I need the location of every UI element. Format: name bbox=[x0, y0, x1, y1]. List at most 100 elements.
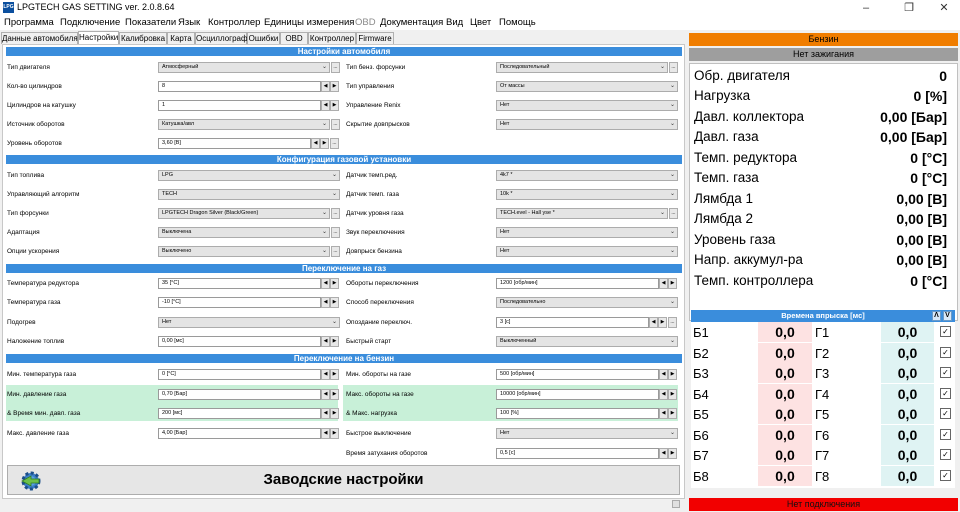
tab-firmware[interactable]: Firmware bbox=[356, 32, 394, 44]
heating-select[interactable]: Нет ⌄ bbox=[158, 317, 340, 328]
max-gas-press-inc-button[interactable]: ▶ bbox=[330, 428, 339, 439]
switch-rpm-dec-button[interactable]: ◀ bbox=[659, 278, 668, 289]
accel-option-select[interactable]: Выключено ⌄ bbox=[158, 246, 330, 257]
adaptation-more-button[interactable]: ... bbox=[331, 227, 340, 238]
tab-obd[interactable]: OBD bbox=[280, 32, 308, 44]
switch-sound-select[interactable]: Нет ⌄ bbox=[496, 227, 678, 238]
max-rpm-gas-field[interactable]: 10000 [обр/мин] bbox=[496, 389, 659, 400]
rpm-source-select[interactable]: Катушка/авл ⌄ bbox=[158, 119, 330, 130]
min-rpm-gas-dec-button[interactable]: ◀ bbox=[659, 369, 668, 380]
quick-off-select[interactable]: Нет ⌄ bbox=[496, 428, 678, 439]
switch-method-select[interactable]: Последовательно ⌄ bbox=[496, 297, 678, 308]
cyl-per-coil-field[interactable]: 1 bbox=[158, 100, 321, 111]
channel-checkbox[interactable]: ✓ bbox=[940, 347, 951, 358]
gas-level-sensor-select[interactable]: TECH.evel - Hall уse * ⌄ bbox=[496, 208, 668, 219]
reducer-sensor-select[interactable]: 4k7 * ⌄ bbox=[496, 170, 678, 181]
min-gas-temp-inc-button[interactable]: ▶ bbox=[330, 369, 339, 380]
gas-temp-dec-button[interactable]: ◀ bbox=[321, 297, 330, 308]
restore-icon[interactable]: ❐ bbox=[893, 0, 925, 16]
min-press-time-inc-button[interactable]: ▶ bbox=[330, 408, 339, 419]
switch-delay-dec-button[interactable]: ◀ bbox=[649, 317, 658, 328]
tab-settings[interactable]: Настройки bbox=[78, 31, 119, 44]
min-rpm-gas-field[interactable]: 500 [обр/мин] bbox=[496, 369, 659, 380]
menu-color[interactable]: Цвет bbox=[470, 17, 491, 28]
menu-connection[interactable]: Подключение bbox=[60, 17, 120, 28]
min-gas-temp-field[interactable]: 0 [°C] bbox=[158, 369, 321, 380]
channel-checkbox[interactable]: ✓ bbox=[940, 470, 951, 481]
engine-type-more-button[interactable]: ... bbox=[331, 62, 340, 73]
hide-inj-select[interactable]: Нет ⌄ bbox=[496, 119, 678, 130]
petrol-extra-select[interactable]: Нет ⌄ bbox=[496, 246, 678, 257]
close-icon[interactable]: ✕ bbox=[928, 0, 960, 16]
quick-start-select[interactable]: Выключенный ⌄ bbox=[496, 336, 678, 347]
max-rpm-gas-dec-button[interactable]: ◀ bbox=[659, 389, 668, 400]
fuel-overlap-dec-button[interactable]: ◀ bbox=[321, 336, 330, 347]
rpm-level-more-button[interactable]: ... bbox=[330, 138, 339, 149]
menu-view[interactable]: Вид bbox=[446, 17, 463, 28]
cylinders-dec-button[interactable]: ◀ bbox=[321, 81, 330, 92]
reducer-temp-dec-button[interactable]: ◀ bbox=[321, 278, 330, 289]
minimize-icon[interactable]: – bbox=[850, 0, 882, 16]
channel-checkbox[interactable]: ✓ bbox=[940, 449, 951, 460]
switch-delay-field[interactable]: 3 [с] bbox=[496, 317, 649, 328]
reducer-temp-field[interactable]: 35 [°C] bbox=[158, 278, 321, 289]
channel-checkbox[interactable]: ✓ bbox=[940, 408, 951, 419]
channel-checkbox[interactable]: ✓ bbox=[940, 367, 951, 378]
channel-checkbox[interactable]: ✓ bbox=[940, 429, 951, 440]
max-rpm-gas-inc-button[interactable]: ▶ bbox=[668, 389, 677, 400]
chevron-down-icon[interactable]: V bbox=[943, 311, 952, 321]
tab-car-data[interactable]: Данные автомобиля bbox=[1, 32, 78, 44]
tab-oscilloscope[interactable]: Осциллограф bbox=[195, 32, 248, 44]
max-load-inc-button[interactable]: ▶ bbox=[668, 408, 677, 419]
rpm-decay-dec-button[interactable]: ◀ bbox=[659, 448, 668, 459]
tab-errors[interactable]: Ошибки bbox=[247, 32, 280, 44]
control-type-select[interactable]: От массы ⌄ bbox=[496, 81, 678, 92]
menu-controller[interactable]: Контроллер bbox=[208, 17, 260, 28]
min-press-time-field[interactable]: 200 [мс] bbox=[158, 408, 321, 419]
tab-calibration[interactable]: Калибровка bbox=[119, 32, 167, 44]
min-press-time-dec-button[interactable]: ◀ bbox=[321, 408, 330, 419]
gas-level-sensor-more-button[interactable]: ... bbox=[669, 208, 678, 219]
menu-obd[interactable]: OBD bbox=[355, 17, 376, 28]
algorithm-select[interactable]: TECH ⌄ bbox=[158, 189, 340, 200]
cylinders-field[interactable]: 8 bbox=[158, 81, 321, 92]
min-rpm-gas-inc-button[interactable]: ▶ bbox=[668, 369, 677, 380]
max-gas-press-field[interactable]: 4,00 [Бар] bbox=[158, 428, 321, 439]
resize-grip[interactable] bbox=[672, 500, 680, 508]
rpm-level-field[interactable]: 3,60 [В] bbox=[158, 138, 311, 149]
accel-option-more-button[interactable]: ... bbox=[331, 246, 340, 257]
switch-delay-inc-button[interactable]: ▶ bbox=[658, 317, 667, 328]
rpm-level-inc-button[interactable]: ▶ bbox=[320, 138, 329, 149]
renix-select[interactable]: Нет ⌄ bbox=[496, 100, 678, 111]
factory-settings-button[interactable]: Заводские настройки bbox=[7, 465, 680, 495]
gas-temp-field[interactable]: -10 [°C] bbox=[158, 297, 321, 308]
max-gas-press-dec-button[interactable]: ◀ bbox=[321, 428, 330, 439]
reducer-temp-inc-button[interactable]: ▶ bbox=[330, 278, 339, 289]
injector-type-select[interactable]: LPGTECH Dragon Silver (Black/Green) ⌄ bbox=[158, 208, 330, 219]
min-gas-temp-dec-button[interactable]: ◀ bbox=[321, 369, 330, 380]
tab-controller[interactable]: Контроллер bbox=[308, 32, 356, 44]
cylinders-inc-button[interactable]: ▶ bbox=[330, 81, 339, 92]
rpm-source-more-button[interactable]: ... bbox=[331, 119, 340, 130]
menu-language[interactable]: Язык bbox=[178, 17, 200, 28]
switch-rpm-inc-button[interactable]: ▶ bbox=[668, 278, 677, 289]
switch-rpm-field[interactable]: 1200 [обр/мин] bbox=[496, 278, 659, 289]
rpm-level-dec-button[interactable]: ◀ bbox=[311, 138, 320, 149]
cyl-per-coil-dec-button[interactable]: ◀ bbox=[321, 100, 330, 111]
menu-documentation[interactable]: Документация bbox=[380, 17, 443, 28]
fuel-overlap-inc-button[interactable]: ▶ bbox=[330, 336, 339, 347]
switch-delay-more-button[interactable]: ... bbox=[668, 317, 677, 328]
menu-program[interactable]: Программа bbox=[4, 17, 54, 28]
fuel-type-select[interactable]: LPG ⌄ bbox=[158, 170, 340, 181]
min-gas-press-inc-button[interactable]: ▶ bbox=[330, 389, 339, 400]
tab-map[interactable]: Карта bbox=[167, 32, 195, 44]
chevron-up-icon[interactable]: Λ bbox=[932, 311, 941, 321]
rpm-decay-inc-button[interactable]: ▶ bbox=[668, 448, 677, 459]
petrol-inj-type-select[interactable]: Последовательный ⌄ bbox=[496, 62, 668, 73]
adaptation-select[interactable]: Выключена ⌄ bbox=[158, 227, 330, 238]
min-gas-press-field[interactable]: 0,70 [Бар] bbox=[158, 389, 321, 400]
gas-temp-inc-button[interactable]: ▶ bbox=[330, 297, 339, 308]
max-load-field[interactable]: 100 [%] bbox=[496, 408, 659, 419]
engine-type-select[interactable]: Атмосферный ⌄ bbox=[158, 62, 330, 73]
min-gas-press-dec-button[interactable]: ◀ bbox=[321, 389, 330, 400]
